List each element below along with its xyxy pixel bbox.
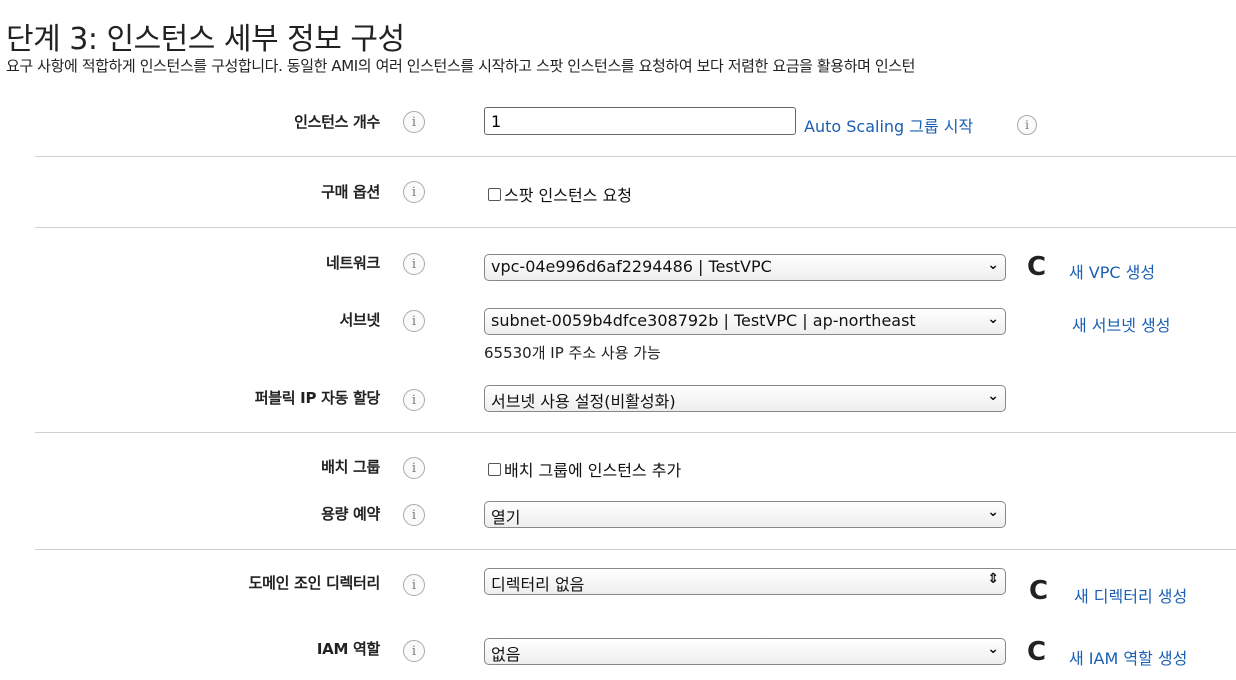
refresh-directory-icon[interactable]: C: [1029, 578, 1048, 604]
subnet-label: 서브넷: [339, 311, 380, 329]
create-subnet-link[interactable]: 새 서브넷 생성: [1072, 312, 1171, 336]
public-ip-select-value: 서브넷 사용 설정(비활성화): [491, 392, 676, 411]
divider: [35, 432, 1236, 433]
domain-directory-select-value: 디렉터리 없음: [491, 575, 585, 594]
create-vpc-link[interactable]: 새 VPC 생성: [1069, 259, 1155, 283]
chevron-down-icon: ⌄: [987, 311, 999, 327]
placement-group-option[interactable]: 배치 그룹에 인스턴스 추가: [488, 457, 681, 481]
network-label: 네트워크: [325, 254, 380, 272]
chevron-down-icon: ⌄: [987, 257, 999, 273]
chevron-down-icon: ⌄: [987, 641, 999, 657]
subnet-info-icon[interactable]: i: [403, 310, 425, 332]
public-ip-select[interactable]: 서브넷 사용 설정(비활성화) ⌄: [484, 385, 1006, 412]
available-ip-count: 65530개 IP 주소 사용 가능: [484, 344, 661, 362]
capacity-reservation-select-value: 열기: [491, 508, 521, 527]
configure-instance-page: 단계 3: 인스턴스 세부 정보 구성 요구 사항에 적합하게 인스턴스를 구성…: [0, 0, 1236, 680]
autoscaling-info-icon[interactable]: i: [1017, 115, 1037, 135]
domain-directory-select[interactable]: 디렉터리 없음 ⇕: [484, 568, 1006, 595]
public-ip-info-icon[interactable]: i: [403, 389, 425, 411]
spot-instance-option[interactable]: 스팟 인스턴스 요청: [488, 182, 632, 206]
divider: [35, 156, 1236, 157]
placement-group-label: 배치 그룹: [321, 458, 380, 476]
chevron-down-icon: ⌄: [987, 504, 999, 520]
refresh-iam-role-icon[interactable]: C: [1027, 639, 1046, 665]
capacity-reservation-label: 용량 예약: [321, 505, 380, 523]
spot-instance-checkbox-label: 스팟 인스턴스 요청: [504, 186, 632, 205]
placement-group-info-icon[interactable]: i: [403, 457, 425, 479]
instance-count-info-icon[interactable]: i: [403, 111, 425, 133]
refresh-network-icon[interactable]: C: [1027, 254, 1046, 280]
page-title: 단계 3: 인스턴스 세부 정보 구성: [6, 22, 405, 57]
placement-group-checkbox-label: 배치 그룹에 인스턴스 추가: [504, 461, 682, 480]
page-description: 요구 사항에 적합하게 인스턴스를 구성합니다. 동일한 AMI의 여러 인스턴…: [6, 57, 916, 75]
purchase-option-info-icon[interactable]: i: [403, 181, 425, 203]
instance-count-label: 인스턴스 개수: [294, 113, 380, 131]
create-iam-role-link[interactable]: 새 IAM 역할 생성: [1069, 645, 1187, 669]
iam-role-info-icon[interactable]: i: [403, 640, 425, 662]
capacity-reservation-info-icon[interactable]: i: [403, 504, 425, 526]
iam-role-select[interactable]: 없음 ⌄: [484, 638, 1006, 665]
spot-instance-checkbox[interactable]: [488, 187, 501, 201]
domain-directory-label: 도메인 조인 디렉터리: [248, 574, 381, 592]
capacity-reservation-select[interactable]: 열기 ⌄: [484, 501, 1006, 528]
purchase-option-label: 구매 옵션: [321, 183, 380, 201]
domain-directory-info-icon[interactable]: i: [403, 574, 425, 596]
iam-role-label: IAM 역할: [316, 640, 380, 658]
iam-role-select-value: 없음: [491, 645, 521, 664]
up-down-arrows-icon: ⇕: [987, 571, 999, 587]
network-select-value: vpc-04e996d6af2294486 | TestVPC: [491, 257, 772, 276]
divider: [35, 227, 1236, 228]
network-info-icon[interactable]: i: [403, 253, 425, 275]
subnet-select-value: subnet-0059b4dfce308792b | TestVPC | ap-…: [491, 311, 916, 330]
subnet-select[interactable]: subnet-0059b4dfce308792b | TestVPC | ap-…: [484, 308, 1006, 335]
network-select[interactable]: vpc-04e996d6af2294486 | TestVPC ⌄: [484, 254, 1006, 281]
chevron-down-icon: ⌄: [987, 388, 999, 404]
placement-group-checkbox[interactable]: [488, 462, 501, 476]
public-ip-label: 퍼블릭 IP 자동 할당: [254, 389, 381, 407]
divider: [35, 549, 1236, 550]
autoscaling-group-link[interactable]: Auto Scaling 그룹 시작: [804, 113, 973, 137]
instance-count-input[interactable]: [484, 107, 796, 135]
create-directory-link[interactable]: 새 디렉터리 생성: [1074, 583, 1187, 607]
